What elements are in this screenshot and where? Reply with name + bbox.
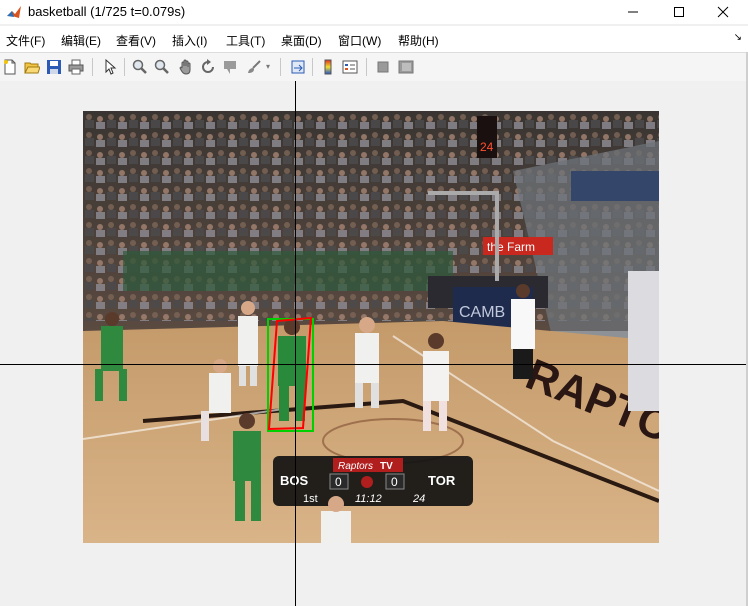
scoreboard-period: 1st <box>303 493 318 505</box>
menu-edit[interactable]: 编辑(E) <box>61 32 101 49</box>
toolbar-separator <box>92 58 93 76</box>
menu-view[interactable]: 查看(V) <box>116 32 156 49</box>
menubar-overflow-icon[interactable]: ↘ <box>734 32 742 43</box>
figure-toolbar: ▾ <box>0 52 748 82</box>
tv-scoreboard: Raptors TV BOS 0 0 TOR 1st 11:12 24 <box>273 456 473 506</box>
menu-help[interactable]: 帮助(H) <box>398 32 439 49</box>
select-button[interactable] <box>100 57 120 77</box>
scoreboard-shot-clock: 24 <box>412 493 425 505</box>
toolbar-separator <box>312 58 313 76</box>
insert-colorbar-icon <box>324 59 332 75</box>
data-cursor-icon <box>224 61 236 74</box>
brush-dropdown-icon[interactable]: ▾ <box>266 62 270 71</box>
open-icon <box>24 62 40 74</box>
show-plot-tools-button[interactable] <box>396 57 416 77</box>
open-file-button[interactable] <box>22 57 42 77</box>
menu-file[interactable]: 文件(F) <box>6 32 45 49</box>
menu-window[interactable]: 窗口(W) <box>338 32 381 49</box>
zoom-out-button[interactable] <box>152 57 172 77</box>
matlab-app-icon <box>6 4 22 20</box>
zoom-in-button[interactable] <box>130 57 150 77</box>
video-frame-image: 24 the Farm CAMB RAPTORS Raptors TV 0 0 … <box>83 111 659 543</box>
toolbar-separator <box>280 58 281 76</box>
toolbar-separator <box>366 58 367 76</box>
crosshair-horizontal-line <box>0 364 746 365</box>
save-icon <box>47 60 61 74</box>
link-plot-button[interactable] <box>288 57 308 77</box>
link-plot-icon <box>291 60 305 74</box>
arena-sign-right: the Farm <box>487 240 535 254</box>
scoreboard-network: Raptors <box>338 461 373 472</box>
scoreboard-home-team: TOR <box>428 473 456 488</box>
show-plot-tools-icon <box>398 60 414 74</box>
insert-legend-icon <box>342 60 358 74</box>
insert-colorbar-button[interactable] <box>318 57 338 77</box>
menu-desktop[interactable]: 桌面(D) <box>281 32 322 49</box>
rotate-3d-icon <box>202 59 214 73</box>
new-figure-button[interactable] <box>0 57 20 77</box>
new-figure-icon <box>4 59 16 75</box>
zoom-out-icon <box>154 59 169 74</box>
minimize-button[interactable] <box>610 0 656 24</box>
menu-insert[interactable]: 插入(I) <box>172 32 207 49</box>
close-button[interactable] <box>700 0 746 24</box>
arena-sign-left: CAMB <box>459 304 505 321</box>
pan-hand-icon <box>179 59 191 75</box>
zoom-in-icon <box>132 59 147 74</box>
select-arrow-icon <box>105 59 117 75</box>
scoreboard-network-suffix: TV <box>380 461 393 472</box>
print-icon <box>68 59 84 75</box>
menu-tools[interactable]: 工具(T) <box>226 32 265 49</box>
scoreboard-away-score: 0 <box>335 475 342 489</box>
hide-plot-tools-button[interactable] <box>373 57 393 77</box>
print-button[interactable] <box>66 57 86 77</box>
menu-bar: 文件(F) 编辑(E) 查看(V) 插入(I) 工具(T) 桌面(D) 窗口(W… <box>0 26 748 52</box>
data-cursor-button[interactable] <box>220 57 240 77</box>
close-icon <box>717 6 729 18</box>
shot-clock-board-text: 24 <box>480 140 494 154</box>
maximize-button[interactable] <box>656 0 702 24</box>
hide-plot-tools-icon <box>377 61 389 73</box>
crosshair-vertical-line <box>295 81 296 606</box>
maximize-icon <box>674 7 684 17</box>
toolbar-separator <box>124 58 125 76</box>
insert-legend-button[interactable] <box>340 57 360 77</box>
pan-button[interactable] <box>176 57 196 77</box>
scoreboard-home-score: 0 <box>391 475 398 489</box>
save-button[interactable] <box>44 57 64 77</box>
brush-button[interactable] <box>244 57 264 77</box>
window-title: basketball (1/725 t=0.079s) <box>28 4 186 19</box>
rotate-button[interactable] <box>198 57 218 77</box>
minimize-icon <box>628 11 638 13</box>
title-bar: basketball (1/725 t=0.079s) <box>0 0 748 24</box>
brush-icon <box>248 60 261 73</box>
scoreboard-clock: 11:12 <box>355 493 382 505</box>
basketball-scene: 24 the Farm CAMB RAPTORS Raptors TV 0 0 … <box>83 111 659 543</box>
